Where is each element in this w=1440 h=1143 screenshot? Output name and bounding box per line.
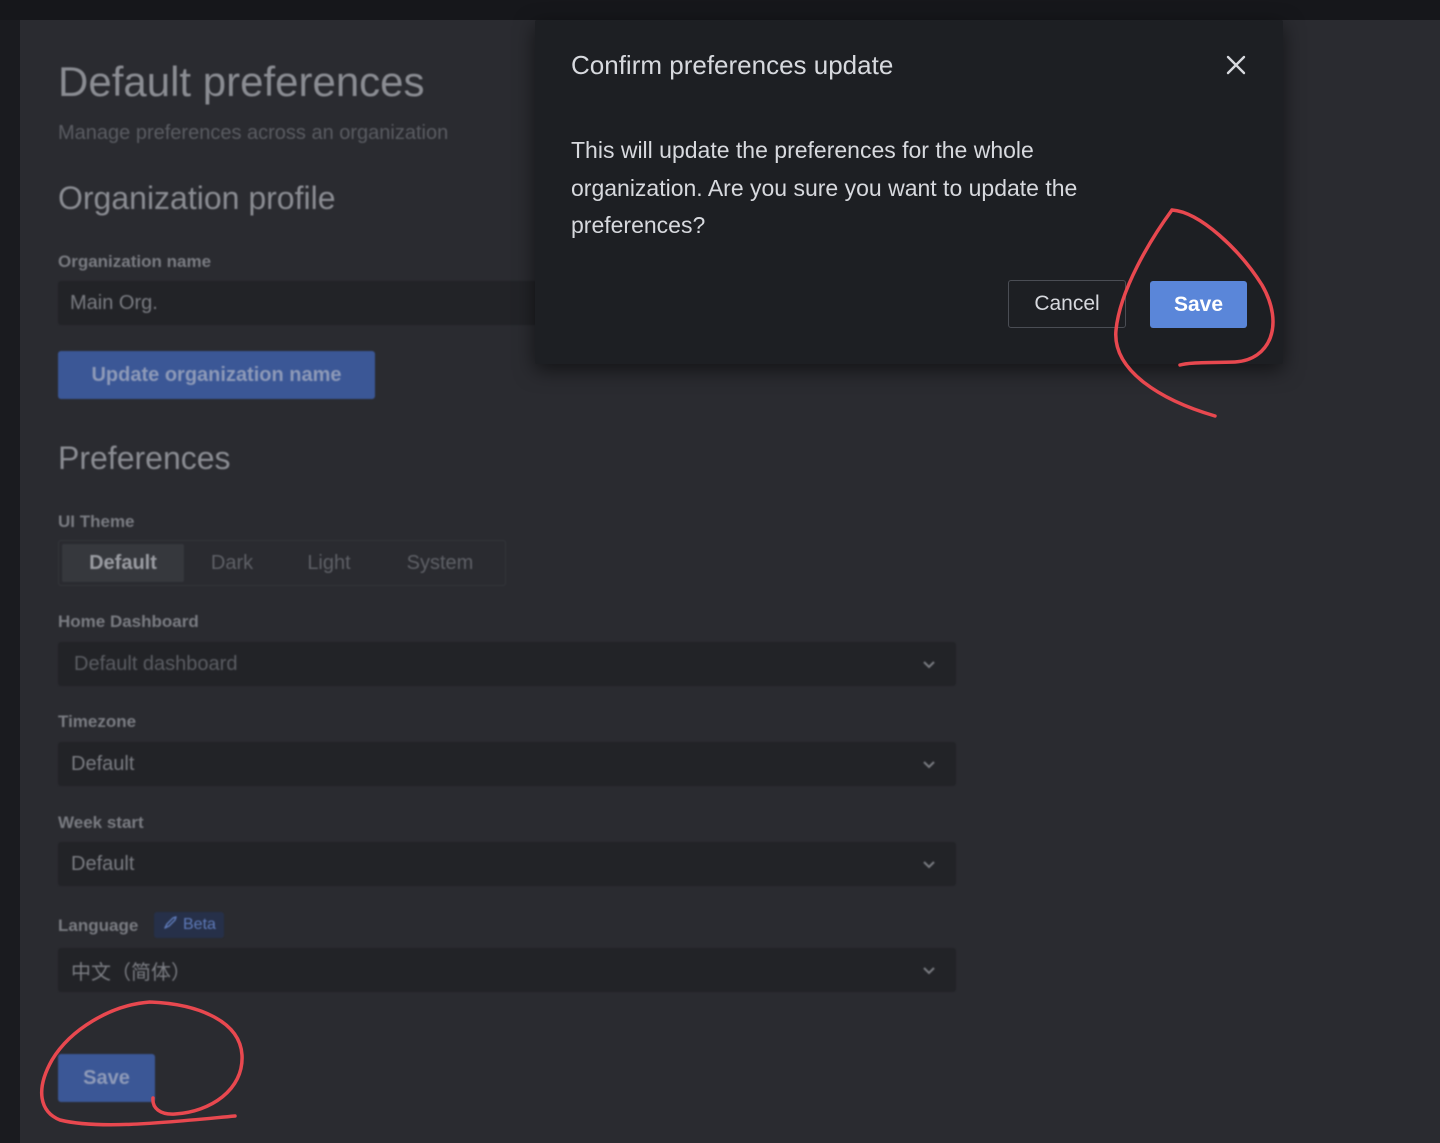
language-value: 中文（简体） <box>71 961 191 984</box>
chevron-down-icon <box>914 660 944 669</box>
chevron-down-icon <box>914 966 944 975</box>
week-start-value: Default <box>71 852 135 875</box>
chevron-down-icon <box>914 760 944 769</box>
ui-theme-radio-group: Default Dark Light System <box>58 540 506 586</box>
timezone-select[interactable]: Default <box>58 742 956 786</box>
preferences-save-button[interactable]: Save <box>58 1054 155 1102</box>
home-dashboard-select[interactable]: Default dashboard <box>58 642 956 686</box>
rocket-icon <box>162 915 178 936</box>
home-dashboard-label: Home Dashboard <box>58 612 199 631</box>
theme-option-light[interactable]: Light <box>280 544 378 582</box>
language-label: Language <box>58 916 139 935</box>
save-button[interactable]: Save <box>1150 281 1247 328</box>
page-subtitle: Manage preferences across an organizatio… <box>58 122 449 144</box>
close-icon[interactable] <box>1223 52 1249 78</box>
timezone-value: Default <box>71 752 135 775</box>
chevron-down-icon <box>914 860 944 869</box>
modal-body: This will update the preferences for the… <box>571 137 1078 238</box>
org-name-input[interactable]: Main Org. <box>58 281 578 325</box>
week-start-label: Week start <box>58 813 144 832</box>
confirm-modal: Confirm preferences update This will upd… <box>535 20 1283 364</box>
theme-option-dark[interactable]: Dark <box>184 544 280 582</box>
org-name-label: Organization name <box>58 252 212 271</box>
org-profile-heading: Organization profile <box>58 180 336 216</box>
cancel-button[interactable]: Cancel <box>1008 280 1126 328</box>
theme-option-system[interactable]: System <box>378 544 502 582</box>
beta-badge-label: Beta <box>183 916 216 933</box>
week-start-select[interactable]: Default <box>58 842 956 886</box>
timezone-label: Timezone <box>58 712 137 731</box>
beta-badge: Beta <box>154 912 224 938</box>
update-org-name-button[interactable]: Update organization name <box>58 351 375 399</box>
org-name-value: Main Org. <box>70 291 158 314</box>
preferences-heading: Preferences <box>58 440 231 476</box>
theme-option-default[interactable]: Default <box>62 544 184 582</box>
ui-theme-label: UI Theme <box>58 512 135 531</box>
page-title: Default preferences <box>58 58 425 105</box>
modal-title: Confirm preferences update <box>571 50 894 80</box>
home-dashboard-placeholder: Default dashboard <box>74 652 238 675</box>
language-select[interactable]: 中文（简体） <box>58 948 956 992</box>
top-bar <box>0 0 1440 20</box>
